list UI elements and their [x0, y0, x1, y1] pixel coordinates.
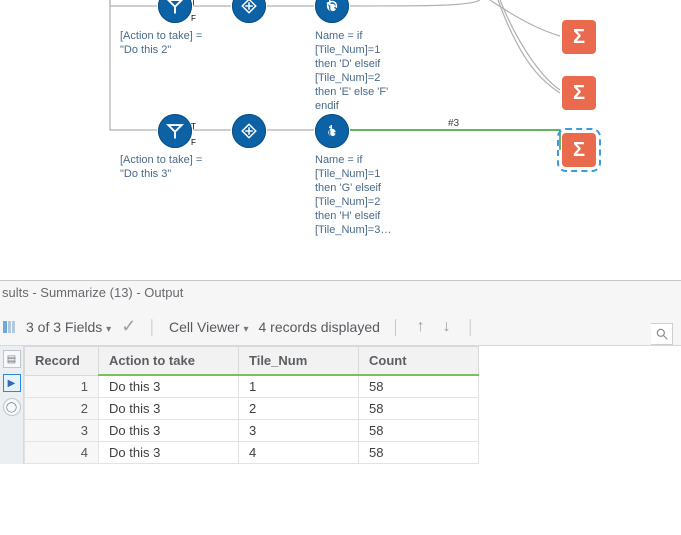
- sigma-icon: Σ: [573, 139, 585, 162]
- records-displayed: 4 records displayed: [259, 319, 380, 335]
- filter-icon: [166, 0, 184, 15]
- cell-record: 4: [25, 442, 99, 464]
- cell-tile: 2: [239, 398, 359, 420]
- cell-action: Do this 3: [99, 442, 239, 464]
- table-row[interactable]: 4 Do this 3 4 58: [25, 442, 479, 464]
- formula3-label: Name = if [Tile_Num]=1 then 'G' elseif […: [315, 153, 391, 237]
- formula-icon: [323, 122, 341, 140]
- metadata-icon[interactable]: [2, 320, 16, 334]
- filter2-label: [Action to take] = "Do this 2": [120, 29, 202, 57]
- cell-count: 58: [359, 442, 479, 464]
- search-icon: [655, 327, 669, 341]
- col-record[interactable]: Record: [25, 347, 99, 376]
- chevron-down-icon: ▾: [106, 324, 111, 335]
- filter-anchor-f: F: [191, 138, 196, 147]
- toolbar-separator: │: [390, 319, 403, 335]
- tile-tool-3[interactable]: [232, 114, 266, 148]
- cellviewer-text: Cell Viewer: [169, 319, 240, 335]
- table-row[interactable]: 2 Do this 3 2 58: [25, 398, 479, 420]
- rail-item-selected[interactable]: ▶: [3, 374, 21, 392]
- cell-record: 2: [25, 398, 99, 420]
- table-header-row: Record Action to take Tile_Num Count: [25, 347, 479, 376]
- col-action[interactable]: Action to take: [99, 347, 239, 376]
- cell-count: 58: [359, 398, 479, 420]
- table-row[interactable]: 1 Do this 3 1 58: [25, 375, 479, 398]
- col-count[interactable]: Count: [359, 347, 479, 376]
- table-row[interactable]: 3 Do this 3 3 58: [25, 420, 479, 442]
- results-pane: sults - Summarize (13) - Output 3 of 3 F…: [0, 280, 681, 464]
- rail-item-a[interactable]: ▤: [3, 350, 21, 368]
- results-grid: ▤ ▶ ◯ Record Action to take Tile_Num Cou…: [0, 345, 681, 464]
- chevron-down-icon: ▾: [243, 324, 248, 335]
- fields-text: 3 of 3 Fields: [26, 319, 102, 335]
- workflow-canvas[interactable]: [Action to take] = "Do this 2" Name = if…: [0, 0, 681, 255]
- connection-label-3: #3: [448, 118, 459, 129]
- cell-count: 58: [359, 375, 479, 398]
- results-rail: ▤ ▶ ◯: [0, 346, 24, 464]
- formula-tool-2[interactable]: [315, 0, 349, 23]
- search-button[interactable]: [651, 323, 673, 345]
- nav-down-button[interactable]: ↓: [439, 318, 455, 336]
- col-tilenum[interactable]: Tile_Num: [239, 347, 359, 376]
- cell-tile: 1: [239, 375, 359, 398]
- summarize-tool-a[interactable]: Σ: [562, 20, 596, 54]
- tile-icon: [240, 122, 258, 140]
- cell-tile: 4: [239, 442, 359, 464]
- formula-tool-3[interactable]: [315, 114, 349, 148]
- cell-record: 1: [25, 375, 99, 398]
- cell-action: Do this 3: [99, 375, 239, 398]
- filter-tool-3[interactable]: [158, 114, 192, 148]
- tile-tool-2[interactable]: [232, 0, 266, 23]
- summarize-tool-b[interactable]: Σ: [562, 76, 596, 110]
- cell-count: 58: [359, 420, 479, 442]
- filter-tool-2[interactable]: [158, 0, 192, 23]
- rail-item-c[interactable]: ◯: [3, 398, 21, 416]
- cell-tile: 3: [239, 420, 359, 442]
- nav-up-button[interactable]: ↑: [413, 318, 429, 336]
- cell-action: Do this 3: [99, 420, 239, 442]
- sigma-icon: Σ: [573, 26, 585, 49]
- fields-dropdown[interactable]: 3 of 3 Fields ▾: [26, 319, 111, 335]
- results-toolbar: 3 of 3 Fields ▾ ✓ │ Cell Viewer ▾ 4 reco…: [0, 312, 681, 345]
- cell-record: 3: [25, 420, 99, 442]
- summarize-tool-selected[interactable]: Σ: [562, 133, 596, 167]
- filter3-label: [Action to take] = "Do this 3": [120, 153, 202, 181]
- filter-anchor-f: F: [191, 14, 196, 23]
- formula2-label: Name = if [Tile_Num]=1 then 'D' elseif […: [315, 29, 388, 113]
- filter-icon: [166, 122, 184, 140]
- results-title: sults - Summarize (13) - Output: [0, 281, 681, 312]
- check-icon[interactable]: ✓: [121, 316, 136, 337]
- results-table[interactable]: Record Action to take Tile_Num Count 1 D…: [24, 346, 479, 464]
- toolbar-separator: │: [465, 319, 478, 335]
- toolbar-separator: │: [146, 319, 159, 335]
- formula-icon: [323, 0, 341, 15]
- cellviewer-dropdown[interactable]: Cell Viewer ▾: [169, 319, 248, 335]
- cell-action: Do this 3: [99, 398, 239, 420]
- tile-icon: [240, 0, 258, 15]
- sigma-icon: Σ: [573, 82, 585, 105]
- filter-anchor-t: T: [191, 0, 196, 7]
- filter-anchor-t: T: [191, 122, 196, 131]
